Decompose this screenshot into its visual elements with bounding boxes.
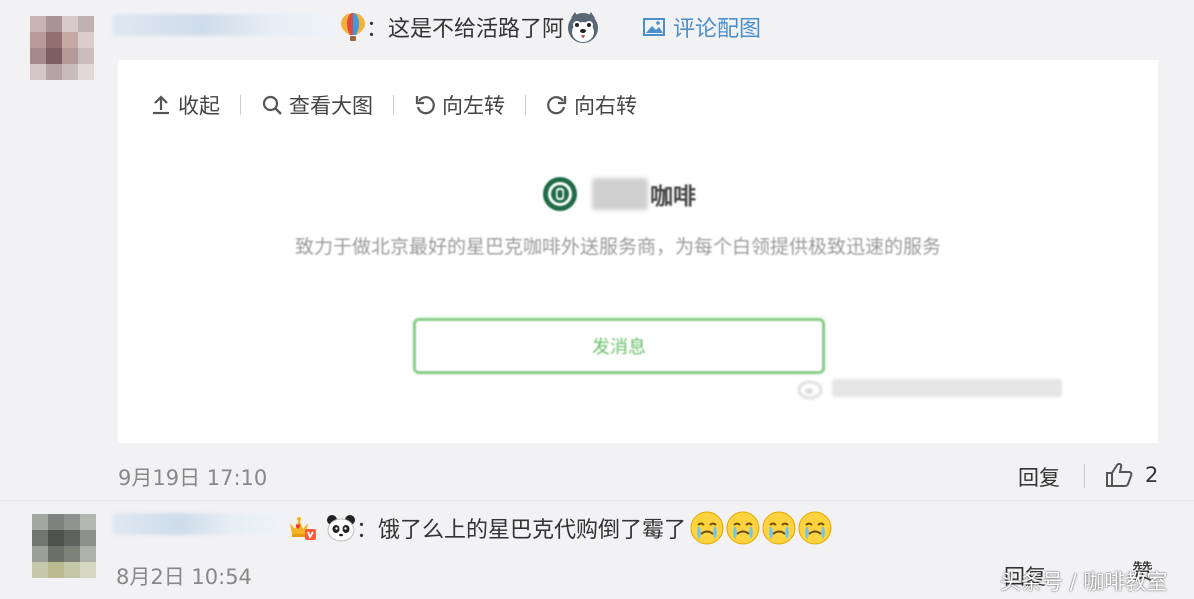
starbucks-logo-icon (542, 176, 578, 212)
magnifier-icon (261, 94, 283, 116)
rotate-right-button[interactable]: 向右转 (546, 90, 637, 120)
send-message-label: 发消息 (592, 337, 646, 358)
collapse-label: 收起 (178, 94, 220, 118)
image-watermark-text (832, 379, 1062, 397)
comment-image-link-label: 评论配图 (673, 17, 762, 42)
brand-suffix: 咖啡 (650, 184, 696, 210)
toolbar-divider (525, 95, 526, 115)
username[interactable] (112, 14, 337, 36)
sobbing-emoji-icon (690, 511, 724, 545)
comment-date: 9月19日 17:10 (118, 466, 268, 490)
like-button[interactable]: 2 (1105, 460, 1158, 490)
panda-emoji-icon (326, 513, 356, 543)
collapse-up-icon (150, 94, 172, 116)
avatar[interactable] (32, 514, 96, 578)
rotate-right-label: 向右转 (574, 94, 637, 118)
weibo-logo-icon (797, 377, 824, 400)
rotate-left-button[interactable]: 向左转 (414, 90, 505, 120)
username[interactable] (112, 513, 282, 535)
hot-air-balloon-icon (340, 12, 366, 42)
sobbing-emoji-icon (762, 511, 796, 545)
toolbar-divider (393, 95, 394, 115)
rotate-left-icon (414, 94, 436, 116)
toolbar-divider (240, 95, 241, 115)
comment-divider (0, 500, 1194, 501)
husky-emoji-icon (566, 10, 600, 44)
comment-image-link[interactable]: 评论配图 (643, 12, 761, 42)
view-large-button[interactable]: 查看大图 (261, 90, 373, 120)
avatar[interactable] (30, 16, 94, 80)
like-count: 2 (1145, 463, 1159, 487)
blurred-brand-name (592, 178, 648, 210)
image-icon (643, 17, 665, 37)
sobbing-emoji-icon (798, 511, 832, 545)
comment-text: ：饿了么上的星巴克代购倒了霉了 (356, 518, 687, 543)
image-toolbar: 收起 查看大图 向左转 向右转 (150, 90, 637, 120)
send-message-button: 发消息 (413, 318, 825, 374)
comment-date: 8月2日 10:54 (116, 565, 252, 589)
action-divider (1084, 464, 1085, 488)
collapse-button[interactable]: 收起 (150, 90, 220, 120)
image-watermark (797, 374, 1068, 402)
vip-crown-icon (286, 513, 318, 543)
sobbing-emoji-icon (726, 511, 760, 545)
view-large-label: 查看大图 (289, 94, 373, 118)
comment-text: ：这是不给活路了阿 (366, 17, 565, 42)
brand-row: 咖啡 (542, 176, 696, 212)
comment-image-card: 收起 查看大图 向左转 向右转 咖啡 致力于做北京最好的星巴克咖啡外送服务商，为… (118, 60, 1158, 443)
slogan: 致力于做北京最好的星巴克咖啡外送服务商，为每个白领提供极致迅速的服务 (294, 236, 941, 258)
rotate-right-icon (546, 94, 568, 116)
thumbs-up-icon (1105, 462, 1133, 488)
site-watermark: 头条号 / 咖啡教室 (1000, 570, 1168, 594)
reply-button[interactable]: 回复 (1018, 462, 1060, 492)
rotate-left-label: 向左转 (442, 94, 505, 118)
